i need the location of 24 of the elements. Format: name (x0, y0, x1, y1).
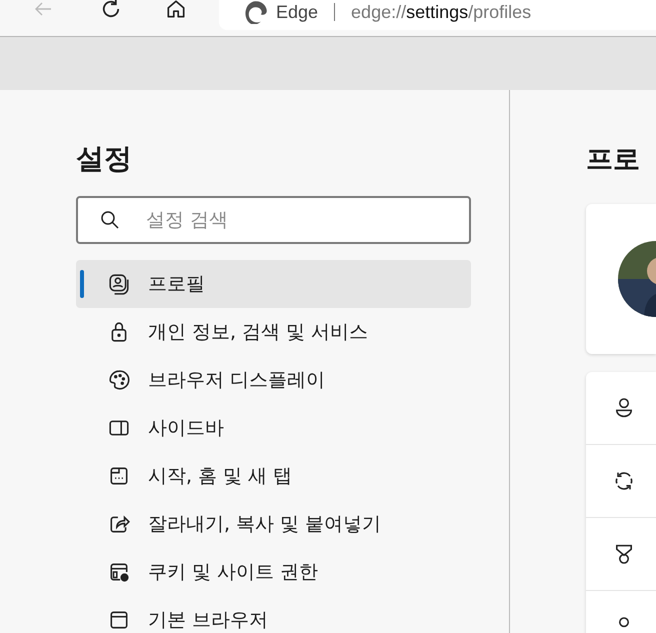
search-icon (100, 210, 120, 230)
address-bar[interactable]: Edge edge://settings/profiles (219, 0, 656, 30)
browser-name: Edge (276, 1, 318, 23)
nav-item[interactable]: 브라우저 디스플레이 (76, 356, 471, 404)
nav-item[interactable]: 잘라내기, 복사 및 붙여넣기 (76, 500, 471, 548)
profile-card-icon (108, 273, 130, 295)
nav-item[interactable]: 쿠키 및 사이트 권한 (76, 548, 471, 596)
search-field[interactable]: 설정 검색 (76, 196, 471, 244)
share-icon (108, 513, 130, 535)
palette-icon (108, 369, 130, 391)
nav-item[interactable]: 시작, 홈 및 새 탭 (76, 452, 471, 500)
nav-item[interactable]: 프로필 (76, 260, 471, 308)
window-icon (108, 465, 130, 487)
selection-indicator (80, 270, 84, 298)
url-text: edge://settings/profiles (351, 1, 532, 23)
page-title: 프로 (586, 143, 641, 177)
settings-title: 설정 (76, 141, 133, 177)
home-icon[interactable] (165, 0, 187, 20)
nav-item[interactable]: 기본 브라우저 (76, 596, 471, 633)
window-gear-icon (108, 561, 130, 583)
browser-logo-icon (244, 0, 268, 24)
nav-item[interactable]: 개인 정보, 검색 및 서비스 (76, 308, 471, 356)
nav-item[interactable]: 사이드바 (76, 404, 471, 452)
window-icon (108, 609, 130, 631)
